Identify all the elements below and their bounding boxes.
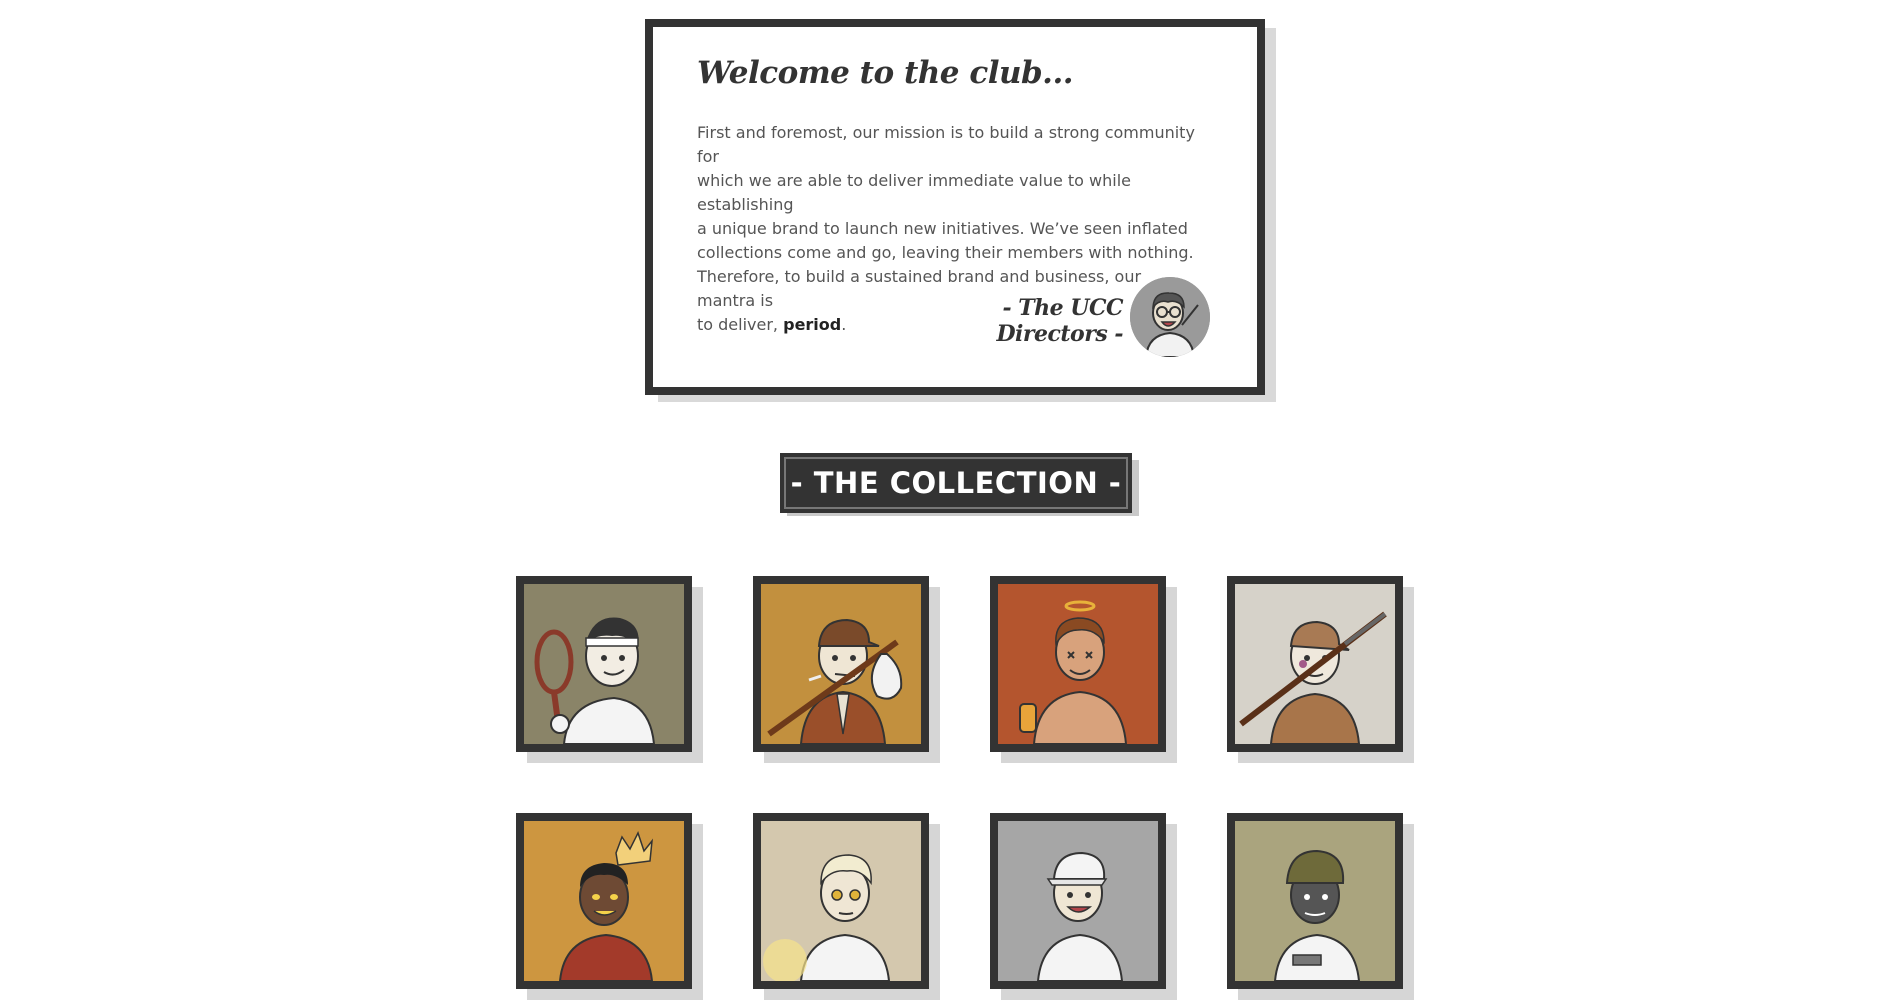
director-illustration-icon	[1130, 277, 1210, 357]
traveler-illustration-icon	[761, 584, 921, 744]
nft-card-soldier-helmet[interactable]	[1227, 813, 1414, 1000]
white-cap-illustration-icon	[998, 821, 1158, 981]
nft-card-blond-glowing-hand[interactable]	[753, 813, 940, 1000]
nft-card-halo-shirtless[interactable]	[990, 576, 1177, 763]
halo-illustration-icon	[998, 584, 1158, 744]
nft-card-traveler-with-bindle[interactable]	[753, 576, 940, 763]
hunter-illustration-icon	[1235, 584, 1395, 744]
nft-frame	[1227, 813, 1403, 989]
director-avatar	[1130, 277, 1210, 357]
nft-frame	[753, 576, 929, 752]
nft-card-white-cap[interactable]	[990, 813, 1177, 1000]
body-line: First and foremost, our mission is to bu…	[697, 123, 1195, 166]
nft-frame	[990, 813, 1166, 989]
signature: - The UCC Directors -	[996, 295, 1123, 347]
nft-frame	[1227, 576, 1403, 752]
body-emphasis: period	[783, 315, 842, 334]
body-line: collections come and go, leaving their m…	[697, 243, 1194, 262]
king-illustration-icon	[524, 821, 684, 981]
body-line: which we are able to deliver immediate v…	[697, 171, 1131, 214]
welcome-title: Welcome to the club...	[697, 55, 1074, 91]
nft-card-hunter-with-shotgun[interactable]	[1227, 576, 1414, 763]
blond-illustration-icon	[761, 821, 921, 981]
collection-heading: - THE COLLECTION -	[780, 453, 1132, 513]
body-end: .	[841, 315, 847, 334]
nft-card-king-with-crown[interactable]	[516, 813, 703, 1000]
body-line: to deliver,	[697, 315, 784, 334]
nft-frame	[516, 813, 692, 989]
nft-frame	[516, 576, 692, 752]
welcome-card: Welcome to the club... First and foremos…	[645, 19, 1265, 395]
tennis-player-illustration-icon	[524, 584, 684, 744]
soldier-illustration-icon	[1235, 821, 1395, 981]
nft-frame	[753, 813, 929, 989]
collection-heading-text: - THE COLLECTION -	[790, 466, 1122, 500]
body-line: a unique brand to launch new initiatives…	[697, 219, 1188, 238]
nft-frame	[990, 576, 1166, 752]
nft-card-tennis-player[interactable]	[516, 576, 703, 763]
